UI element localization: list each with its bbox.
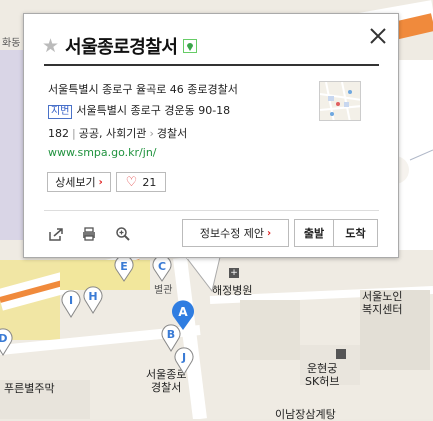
map-label-unhyeongung[interactable]: 운현궁 SK허브 [305,362,339,388]
svg-text:A: A [178,305,188,319]
map-marker-d[interactable]: D [0,326,14,356]
footer-divider [44,210,379,211]
title-divider [44,64,379,66]
map-marker-j[interactable]: J [173,345,195,375]
detail-button-label: 상세보기 [55,176,96,189]
map-marker-h[interactable]: H [82,284,104,314]
place-info-popup: ★ 서울종로경찰서 서울특별시 종로구 율곡로 46 종로경찰서 지번 서울특별시… [23,13,399,258]
map-pin-icon[interactable] [183,39,198,53]
like-count: 21 [142,175,157,189]
arrive-button[interactable]: 도착 [333,219,378,247]
svg-text:E: E [120,260,128,273]
heart-icon: ♡ [125,174,138,190]
depart-button[interactable]: 출발 [294,219,334,247]
share-icon[interactable] [48,226,64,242]
phone-number[interactable]: 182 [48,127,69,140]
jibun-address: 서울특별시 종로구 경운동 90-18 [76,104,231,117]
jibun-tag: 지번 [48,105,73,119]
map-label-restaurant[interactable]: 이남장삼계탕 [275,408,336,421]
place-name: 서울종로경찰서 [65,37,178,58]
landmark-poi-icon [336,349,346,359]
map-label-hwadong: 화동 [2,38,21,49]
suggest-edit-button[interactable]: 정보수정 제안 › [182,219,289,247]
like-button[interactable]: ♡ 21 [116,172,166,192]
print-icon[interactable] [81,226,97,242]
suggest-edit-label: 정보수정 제안 [199,227,265,240]
map-label-byeolgwan: 별관 [154,285,173,296]
zoom-icon[interactable] [115,226,131,242]
jibun-address-row: 지번 서울특별시 종로구 경운동 90-18 [48,102,230,119]
depart-label: 출발 [303,227,325,240]
map-label-pureun-byeoljumak[interactable]: 푸른별주막 [4,382,55,395]
chevron-right-icon: › [149,127,154,140]
svg-text:B: B [167,328,175,341]
star-icon[interactable]: ★ [42,36,59,56]
popup-title-row: ★ 서울종로경찰서 [42,32,198,60]
svg-text:H: H [88,290,97,303]
category-row: 182 | 공공, 사회기관 › 경찰서 [48,125,187,141]
separator: | [72,127,76,140]
hospital-poi-icon: + [229,268,239,278]
close-icon[interactable] [368,26,388,46]
chevron-right-icon: › [267,227,272,239]
map-marker-i[interactable]: I [60,288,82,318]
place-thumbnail[interactable] [319,81,361,121]
popup-pointer [186,257,221,293]
svg-text:J: J [181,351,186,364]
road-address: 서울특별시 종로구 율곡로 46 종로경찰서 [48,83,238,96]
detail-button[interactable]: 상세보기 › [47,172,111,192]
category-primary: 공공, 사회기관 [78,127,147,140]
chevron-right-icon: › [98,176,103,188]
svg-text:I: I [69,294,73,307]
website-link[interactable]: www.smpa.go.kr/jn/ [48,146,157,159]
category-secondary: 경찰서 [156,127,188,140]
svg-text:D: D [0,332,8,345]
map-label-seoul-noin-center[interactable]: 서울노인 복지센터 [362,290,402,316]
map-marker-e[interactable]: E [113,254,135,282]
arrive-label: 도착 [345,227,366,240]
map-marker-c[interactable]: C [151,254,173,282]
svg-text:C: C [158,260,166,273]
